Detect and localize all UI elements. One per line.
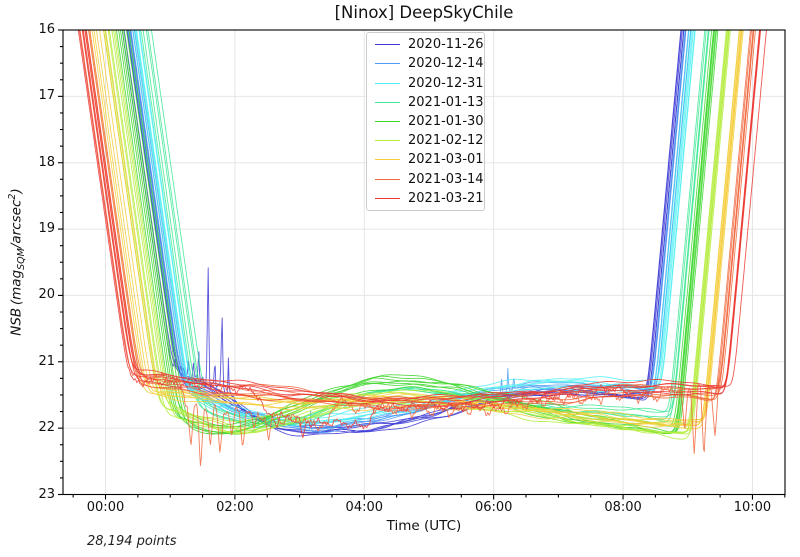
- y-tick-label: 19: [23, 221, 55, 237]
- legend-item-label: 2020-12-31: [408, 76, 484, 91]
- x-axis-label: Time (UTC): [24, 518, 800, 534]
- legend-line-swatch: [375, 63, 400, 64]
- legend-item: 2021-03-14: [367, 170, 484, 189]
- legend-line-swatch: [375, 102, 400, 103]
- legend-line-swatch: [375, 44, 400, 45]
- chart-figure: [Ninox] DeepSkyChile NSB (magSQM/arcsec2…: [0, 0, 800, 557]
- x-tick-label: 02:00: [203, 500, 267, 515]
- y-axis-label-sub: SQM: [16, 248, 27, 270]
- legend-line-swatch: [375, 83, 400, 84]
- legend-line-swatch: [375, 140, 400, 141]
- x-tick-label: 10:00: [720, 500, 784, 515]
- legend-item: 2020-12-14: [367, 54, 484, 73]
- y-tick-label: 20: [23, 287, 55, 303]
- y-tick-label: 18: [23, 155, 55, 171]
- y-axis-label-mid: /arcsec: [8, 200, 24, 249]
- legend-item: 2020-11-26: [367, 35, 484, 54]
- legend-line-swatch: [375, 121, 400, 122]
- legend-item: 2020-12-31: [367, 74, 484, 93]
- legend-item-label: 2020-12-14: [408, 56, 484, 71]
- x-tick-label: 00:00: [74, 500, 138, 515]
- y-axis-label-text: NSB (mag: [8, 270, 24, 336]
- legend-item-label: 2021-02-12: [408, 133, 484, 148]
- x-tick-label: 04:00: [332, 500, 396, 515]
- legend-item: 2021-03-21: [367, 189, 484, 208]
- y-tick-label: 22: [23, 420, 55, 436]
- legend-item: 2021-01-30: [367, 112, 484, 131]
- legend-item: 2021-02-12: [367, 131, 484, 150]
- y-tick-label: 23: [23, 487, 55, 503]
- x-tick-label: 08:00: [591, 500, 655, 515]
- legend-item-label: 2021-03-01: [408, 152, 484, 167]
- legend-item-label: 2021-03-14: [408, 172, 484, 187]
- chart-title: [Ninox] DeepSkyChile: [24, 3, 800, 22]
- legend-item-label: 2020-11-26: [408, 37, 484, 52]
- legend-item-label: 2021-01-13: [408, 95, 484, 110]
- legend-item-label: 2021-01-30: [408, 114, 484, 129]
- legend: 2020-11-26 2020-12-14 2020-12-31 2021-01-13…: [366, 32, 485, 211]
- legend-line-swatch: [375, 159, 400, 160]
- points-count-annotation: 28,194 points: [87, 534, 177, 549]
- y-axis-label: NSB (magSQM/arcsec2): [7, 188, 27, 336]
- legend-item: 2021-01-13: [367, 93, 484, 112]
- y-tick-label: 16: [23, 22, 55, 38]
- legend-item-label: 2021-03-21: [408, 191, 484, 206]
- legend-item: 2021-03-01: [367, 150, 484, 169]
- y-tick-label: 21: [23, 354, 55, 370]
- y-tick-label: 17: [23, 88, 55, 104]
- legend-line-swatch: [375, 198, 400, 199]
- y-axis-label-sup: 2: [7, 194, 18, 200]
- y-axis-label-post: ): [8, 188, 24, 193]
- legend-line-swatch: [375, 179, 400, 180]
- x-tick-label: 06:00: [462, 500, 526, 515]
